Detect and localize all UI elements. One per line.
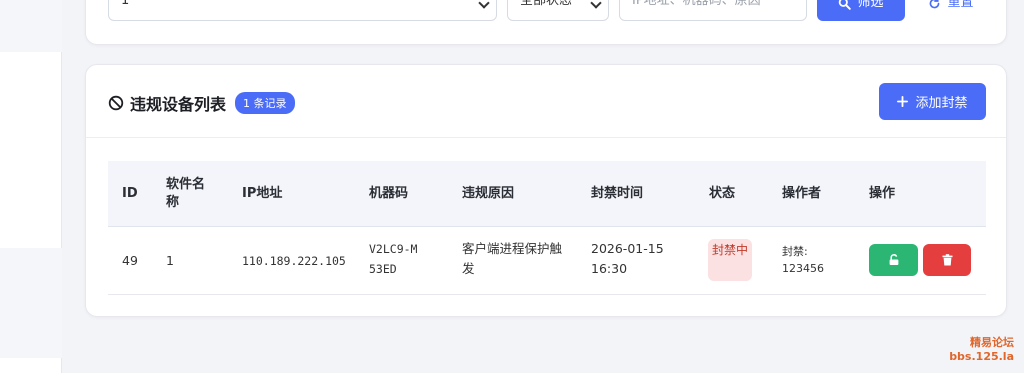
column-header-status: 状态 <box>709 186 736 201</box>
unlock-icon <box>889 254 898 265</box>
watermark-line-2: bbs.125.la <box>949 350 1014 363</box>
delete-button[interactable] <box>923 244 971 276</box>
filter-button[interactable]: 筛选 <box>817 0 905 21</box>
column-header-machine-code: 机器码 <box>369 186 409 201</box>
cell-software: 1 <box>166 253 174 268</box>
reset-icon <box>930 0 940 9</box>
record-count-badge: 1 条记录 <box>235 92 295 114</box>
table-header: ID 软件名称 IP地址 机器码 违规原因 封禁时间 状态 操作者 操作 <box>108 161 986 227</box>
cell-operator: 封禁: 123456 <box>782 245 824 275</box>
software-select-value: 1 <box>121 0 130 8</box>
table-row: 49 1 110.189.222.105 V2LC9-M53ED 客户端进程保护… <box>108 227 986 295</box>
chevron-down-icon <box>478 0 490 9</box>
column-header-id: ID <box>122 186 138 201</box>
status-select[interactable]: 全部状态 <box>507 0 609 21</box>
add-ban-button[interactable]: 添加封禁 <box>879 83 986 120</box>
cell-machine-code: V2LC9-M53ED <box>369 242 418 276</box>
search-input[interactable]: IP地址、机器码、原因 <box>619 0 807 21</box>
device-list-card: 违规设备列表 1 条记录 添加封禁 ID 软件名称 IP地址 机器码 违规原因 … <box>85 64 1007 317</box>
column-header-reason: 违规原因 <box>462 186 515 201</box>
list-title: 违规设备列表 <box>130 95 227 114</box>
sidebar <box>0 0 62 373</box>
cell-ban-time: 2026-01-15 16:30 <box>591 241 664 276</box>
filter-card: 1 全部状态 IP地址、机器码、原因 筛选 重置 <box>85 0 1007 45</box>
plus-icon <box>897 96 909 107</box>
chevron-down-icon <box>590 0 602 9</box>
divider <box>86 137 1006 138</box>
search-input-placeholder: IP地址、机器码、原因 <box>632 0 761 8</box>
cell-reason: 客户端进程保护触发 <box>462 241 563 276</box>
status-badge: 封禁中 <box>708 239 752 281</box>
add-ban-button-label: 添加封禁 <box>915 96 968 111</box>
unban-button[interactable] <box>869 244 918 276</box>
status-select-value: 全部状态 <box>520 0 573 8</box>
search-icon <box>839 0 852 10</box>
reset-button[interactable]: 重置 <box>921 0 981 21</box>
ban-icon <box>108 95 124 111</box>
column-header-ban-time: 封禁时间 <box>591 186 644 201</box>
trash-icon <box>942 254 952 266</box>
column-header-operator: 操作者 <box>782 186 822 201</box>
sidebar-item[interactable] <box>0 248 62 358</box>
cell-id: 49 <box>122 253 138 268</box>
watermark-line-1: 精易论坛 <box>970 336 1014 349</box>
column-header-actions: 操作 <box>869 186 896 201</box>
forum-watermark: 精易论坛 bbs.125.la <box>949 336 1014 364</box>
cell-ip: 110.189.222.105 <box>242 254 346 268</box>
filter-button-label: 筛选 <box>857 0 884 10</box>
software-select[interactable]: 1 <box>108 0 497 21</box>
sidebar-item[interactable] <box>0 0 62 52</box>
list-header: 违规设备列表 1 条记录 <box>108 91 295 115</box>
reset-button-label: 重置 <box>947 0 974 10</box>
column-header-ip: IP地址 <box>242 186 283 201</box>
column-header-software: 软件名称 <box>166 177 206 210</box>
